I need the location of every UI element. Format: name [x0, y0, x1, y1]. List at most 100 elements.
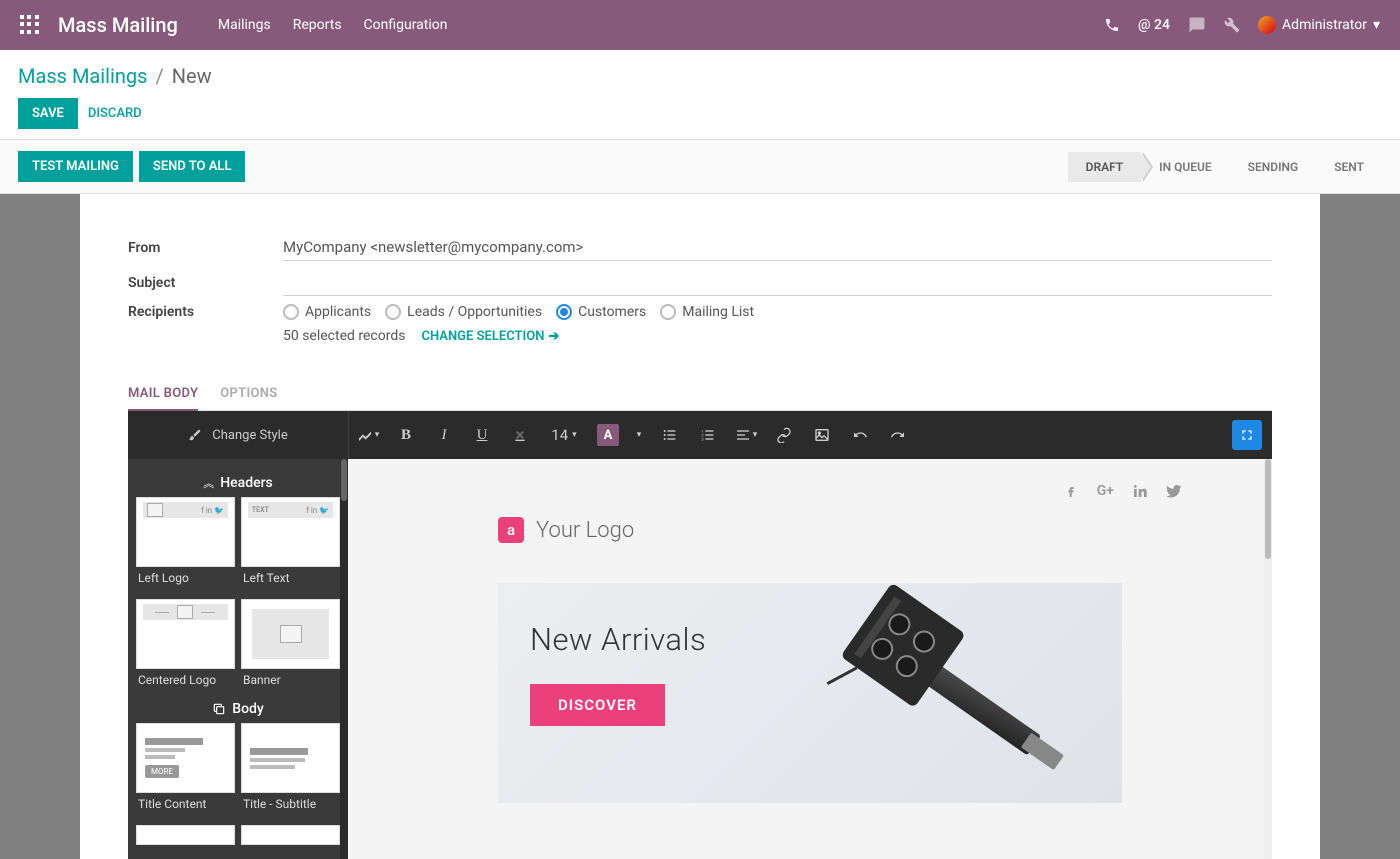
- align-button[interactable]: ▾: [727, 411, 765, 459]
- send-all-button[interactable]: SEND TO ALL: [139, 151, 246, 182]
- radio-customers[interactable]: Customers: [556, 304, 646, 320]
- font-size-button[interactable]: 14▾: [539, 411, 589, 459]
- radio-applicants[interactable]: Applicants: [283, 304, 371, 320]
- user-name: Administrator: [1282, 17, 1367, 33]
- thumb-extra-1[interactable]: [136, 825, 235, 845]
- change-style-button[interactable]: Change Style: [128, 428, 348, 443]
- canvas-hero[interactable]: New Arrivals DISCOVER: [498, 583, 1122, 803]
- topbar: Mass Mailing Mailings Reports Configurat…: [0, 0, 1400, 50]
- canvas-logo[interactable]: a Your Logo: [498, 517, 1242, 543]
- thumb-title-subtitle[interactable]: [241, 723, 340, 793]
- link-button[interactable]: [765, 411, 803, 459]
- user-menu[interactable]: Administrator ▾: [1258, 16, 1380, 34]
- status-queue[interactable]: IN QUEUE: [1141, 152, 1230, 182]
- font-color-button[interactable]: A: [589, 411, 627, 459]
- status-sending[interactable]: SENDING: [1230, 152, 1317, 182]
- caret-down-icon: ▾: [1373, 17, 1380, 33]
- thumb-left-text[interactable]: TEXTf in 🐦: [241, 497, 340, 567]
- fullscreen-button[interactable]: [1232, 420, 1262, 450]
- arrow-right-icon: ➔: [548, 329, 559, 344]
- save-button[interactable]: SAVE: [18, 98, 78, 129]
- tab-options[interactable]: OPTIONS: [220, 378, 277, 410]
- avatar: [1258, 16, 1276, 34]
- from-label: From: [128, 240, 283, 256]
- breadcrumb-parent[interactable]: Mass Mailings: [18, 64, 147, 88]
- radio-leads[interactable]: Leads / Opportunities: [385, 304, 542, 320]
- actionbar: TEST MAILING SEND TO ALL DRAFT IN QUEUE …: [0, 139, 1400, 194]
- nav: Mailings Reports Configuration: [218, 17, 448, 33]
- ul-button[interactable]: [651, 411, 689, 459]
- change-selection-button[interactable]: CHANGE SELECTION ➔: [421, 329, 559, 344]
- form-card: From Subject Recipients Applicants Leads…: [80, 194, 1320, 859]
- thumb-centered-logo[interactable]: [136, 599, 235, 669]
- underline-button[interactable]: U: [463, 411, 501, 459]
- editor-canvas[interactable]: G+ a Your Logo New Arrivals DISCOVER: [348, 459, 1272, 859]
- selected-records: 50 selected records: [283, 328, 405, 344]
- ol-button[interactable]: 123: [689, 411, 727, 459]
- facebook-icon[interactable]: [1063, 483, 1079, 499]
- test-mailing-button[interactable]: TEST MAILING: [18, 151, 133, 182]
- header: Mass Mailings / New SAVE DISCARD: [0, 50, 1400, 139]
- chat-icon[interactable]: [1188, 16, 1206, 34]
- label-banner: Banner: [241, 669, 340, 695]
- tab-mail-body[interactable]: MAIL BODY: [128, 378, 198, 411]
- chevron-up-icon: ︽: [203, 475, 214, 491]
- status-draft[interactable]: DRAFT: [1068, 152, 1142, 182]
- breadcrumb-sep: /: [155, 64, 163, 88]
- sidebar-headers-heading[interactable]: ︽Headers: [132, 469, 344, 497]
- bold-button[interactable]: B: [387, 411, 425, 459]
- recipients-radio-group: Applicants Leads / Opportunities Custome…: [283, 304, 754, 320]
- twitter-icon[interactable]: [1166, 483, 1182, 499]
- block-sidebar[interactable]: ︽Headers f in 🐦 Left Logo TEXTf in 🐦 Lef…: [128, 459, 348, 859]
- tools-icon[interactable]: [1224, 17, 1240, 33]
- nav-configuration[interactable]: Configuration: [364, 17, 448, 33]
- sidebar-scrollbar[interactable]: [340, 459, 348, 859]
- clear-format-button[interactable]: [501, 411, 539, 459]
- sidebar-body-heading[interactable]: Body: [132, 695, 344, 723]
- app-title: Mass Mailing: [58, 13, 178, 37]
- format-button[interactable]: ▾: [349, 411, 387, 459]
- subject-field[interactable]: [283, 269, 1272, 296]
- from-field[interactable]: [283, 234, 1272, 261]
- nav-mailings[interactable]: Mailings: [218, 17, 271, 33]
- thumb-banner[interactable]: [241, 599, 340, 669]
- label-left-text: Left Text: [241, 567, 340, 593]
- hero-device-image: [782, 583, 1102, 803]
- messages-count[interactable]: @ 24: [1138, 17, 1170, 33]
- undo-button[interactable]: [841, 411, 879, 459]
- linkedin-icon[interactable]: [1132, 483, 1148, 499]
- italic-button[interactable]: I: [425, 411, 463, 459]
- form-area: From Subject Recipients Applicants Leads…: [0, 194, 1400, 859]
- canvas-scrollbar[interactable]: [1264, 459, 1272, 859]
- googleplus-icon[interactable]: G+: [1097, 483, 1114, 499]
- thumb-left-logo[interactable]: f in 🐦: [136, 497, 235, 567]
- discover-button[interactable]: DISCOVER: [530, 684, 665, 726]
- status-sent[interactable]: SENT: [1316, 152, 1382, 182]
- nav-reports[interactable]: Reports: [293, 17, 342, 33]
- copy-icon: [212, 702, 226, 716]
- breadcrumb-current: New: [172, 64, 212, 88]
- logo-badge: a: [498, 517, 524, 543]
- tabs: MAIL BODY OPTIONS: [128, 378, 1272, 411]
- label-title-content: Title Content: [136, 793, 235, 819]
- thumb-extra-2[interactable]: [241, 825, 340, 845]
- thumb-title-content[interactable]: MORE: [136, 723, 235, 793]
- logo-text: Your Logo: [536, 518, 634, 543]
- canvas-socials: G+: [378, 483, 1242, 499]
- brush-icon: [188, 428, 202, 442]
- phone-icon[interactable]: [1104, 17, 1120, 33]
- font-color-dropdown[interactable]: ▾: [627, 411, 651, 459]
- subject-label: Subject: [128, 275, 283, 291]
- discard-button[interactable]: DISCARD: [82, 98, 148, 129]
- status-chain: DRAFT IN QUEUE SENDING SENT: [1068, 152, 1382, 182]
- radio-mailinglist[interactable]: Mailing List: [660, 304, 754, 320]
- redo-button[interactable]: [879, 411, 917, 459]
- apps-grid-icon[interactable]: [20, 15, 40, 35]
- svg-text:3: 3: [701, 436, 703, 441]
- image-button[interactable]: [803, 411, 841, 459]
- label-centered-logo: Centered Logo: [136, 669, 235, 695]
- breadcrumb: Mass Mailings / New: [18, 64, 1382, 88]
- editor-toolbar: Change Style ▾ B I U 14▾ A ▾ 123 ▾: [128, 411, 1272, 459]
- label-title-subtitle: Title - Subtitle: [241, 793, 340, 819]
- recipients-label: Recipients: [128, 304, 283, 320]
